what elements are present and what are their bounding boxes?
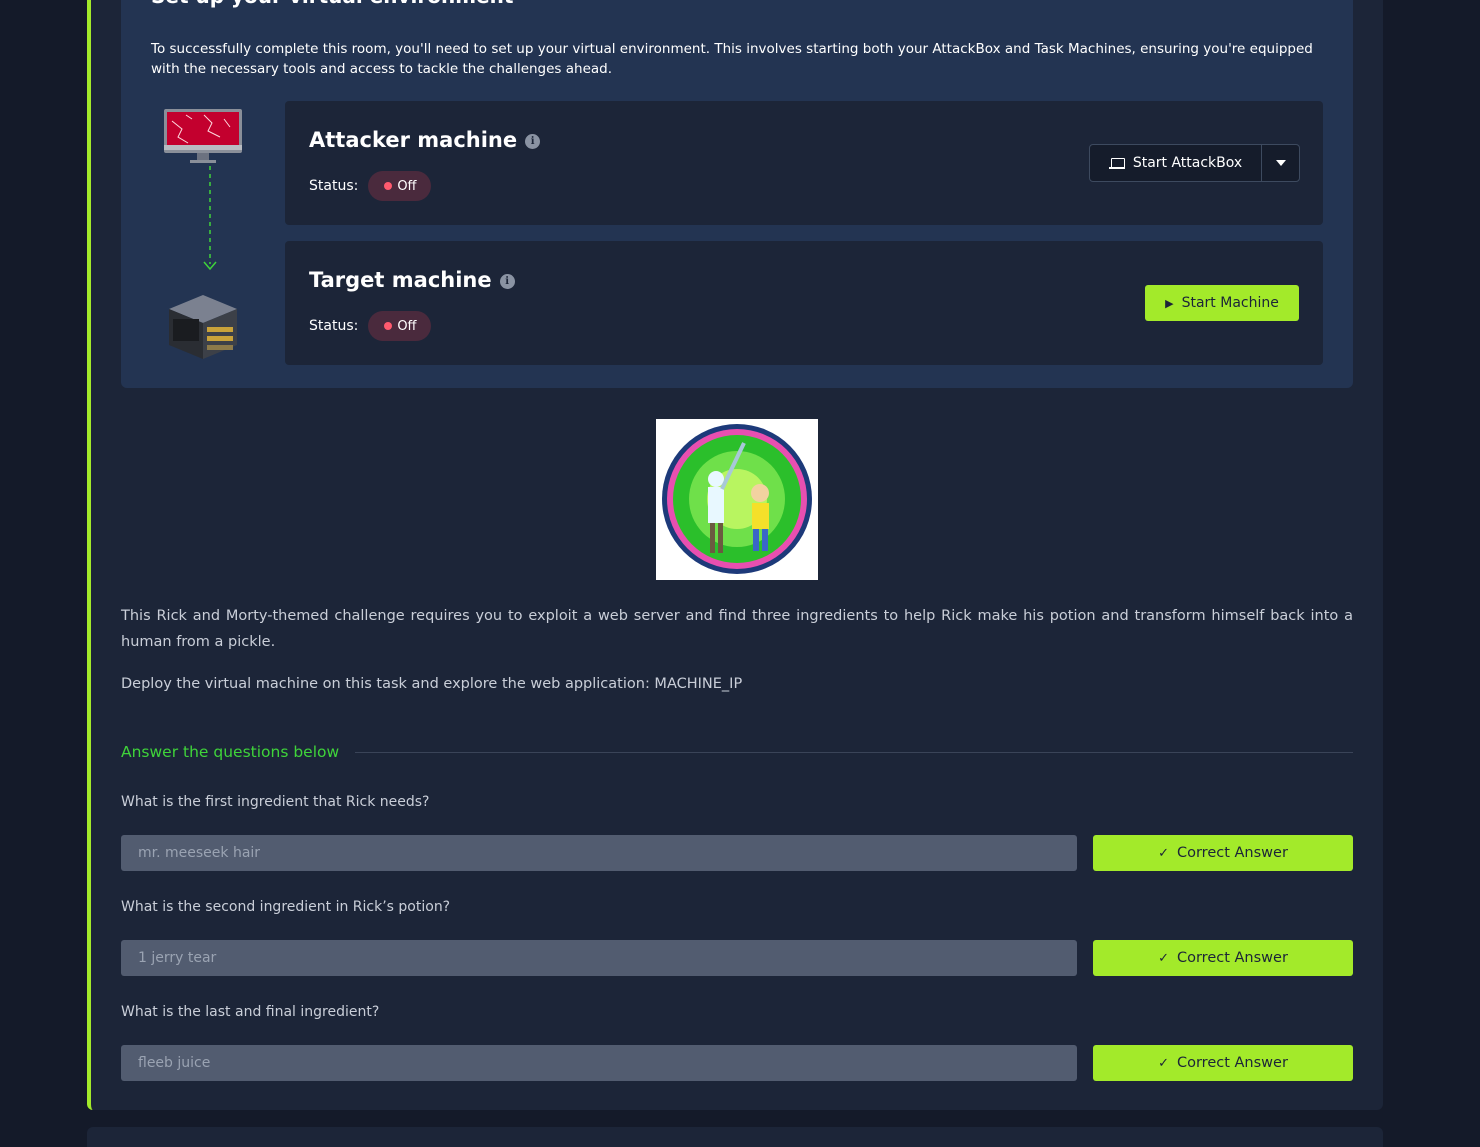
portal-illustration <box>662 424 812 574</box>
question-1-text: What is the first ingredient that Rick n… <box>121 794 430 810</box>
target-title-text: Target machine <box>309 268 492 292</box>
question-2-text: What is the second ingredient in Rick’s … <box>121 899 451 915</box>
info-icon[interactable]: i <box>499 274 515 289</box>
status-dot-icon <box>384 322 393 330</box>
status-label: Status: <box>309 178 359 194</box>
task-card: Set up your virtual environment To succe… <box>87 0 1383 1110</box>
env-title: Set up your virtual environment <box>151 0 513 8</box>
correct-answer-label: Correct Answer <box>1176 950 1288 966</box>
correct-answer-label: Correct Answer <box>1176 1055 1288 1071</box>
connection-arrow-icon <box>203 166 217 271</box>
correct-answer-1-button[interactable]: ✓ Correct Answer <box>1093 835 1353 871</box>
start-machine-button[interactable]: ▶ Start Machine <box>1145 285 1299 321</box>
question-3-text: What is the last and final ingredient? <box>121 1004 380 1020</box>
info-icon[interactable]: i <box>525 134 541 149</box>
answer-3-input[interactable]: fleeb juice <box>121 1045 1077 1081</box>
env-description: To successfully complete this room, you'… <box>151 41 1313 77</box>
target-status-badge: Off <box>368 311 431 341</box>
check-icon: ✓ <box>1158 845 1169 861</box>
attacker-title-text: Attacker machine <box>309 128 518 152</box>
questions-header-text: Answer the questions below <box>121 743 340 761</box>
target-server-icon <box>169 295 237 359</box>
target-title: Target machine i <box>309 268 515 292</box>
caret-down-icon <box>1275 160 1286 166</box>
answer-2-input[interactable]: 1 jerry tear <box>121 940 1077 976</box>
start-machine-label: Start Machine <box>1181 295 1279 311</box>
start-attackbox-label: Start AttackBox <box>1132 155 1243 171</box>
laptop-icon <box>1108 157 1125 169</box>
attackbox-dropdown-button[interactable] <box>1262 145 1299 181</box>
next-task-card <box>87 1127 1383 1147</box>
questions-section-header: Answer the questions below <box>121 743 1353 761</box>
play-icon: ▶ <box>1165 296 1174 310</box>
attacker-title: Attacker machine i <box>309 128 541 152</box>
virtual-environment-panel: Set up your virtual environment To succe… <box>121 0 1353 388</box>
deploy-instructions: Deploy the virtual machine on this task … <box>121 676 743 692</box>
correct-answer-label: Correct Answer <box>1176 845 1288 861</box>
target-status-row: Status: Off <box>309 311 431 341</box>
challenge-description: This Rick and Morty-themed challenge req… <box>121 608 1353 650</box>
attacker-status-badge: Off <box>368 171 431 201</box>
attacker-machine-card: Attacker machine i Status: Off Start Atta… <box>285 101 1323 225</box>
attacker-monitor-icon <box>164 109 242 163</box>
status-value: Off <box>397 178 417 194</box>
correct-answer-2-button[interactable]: ✓ Correct Answer <box>1093 940 1353 976</box>
check-icon: ✓ <box>1158 1055 1169 1071</box>
status-label: Status: <box>309 318 359 334</box>
status-value: Off <box>397 318 417 334</box>
start-attackbox-button[interactable]: Start AttackBox <box>1090 145 1262 181</box>
status-dot-icon <box>384 182 393 190</box>
target-machine-card: Target machine i Status: Off ▶ Start Mach… <box>285 241 1323 365</box>
answer-1-input[interactable]: mr. meeseek hair <box>121 835 1077 871</box>
start-attackbox-button-group: Start AttackBox <box>1089 144 1300 182</box>
rick-and-morty-image <box>656 419 818 580</box>
attacker-status-row: Status: Off <box>309 171 431 201</box>
correct-answer-3-button[interactable]: ✓ Correct Answer <box>1093 1045 1353 1081</box>
check-icon: ✓ <box>1158 950 1169 966</box>
divider <box>355 751 1353 753</box>
